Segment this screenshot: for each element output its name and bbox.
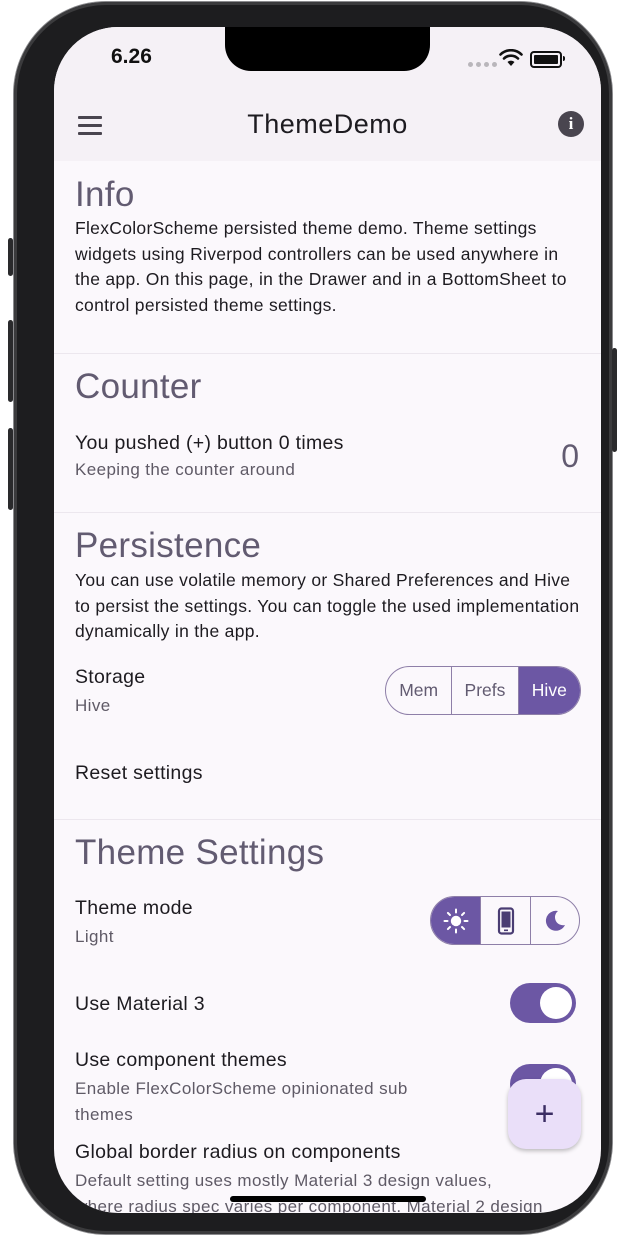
info-card: Info FlexColorScheme persisted theme dem… [54, 161, 601, 353]
home-indicator [230, 1196, 426, 1202]
counter-subtitle: Keeping the counter around [75, 460, 296, 479]
storage-value: Hive [75, 696, 111, 715]
border-radius-label: Global border radius on components [75, 1141, 401, 1163]
volume-down-button [8, 428, 13, 510]
theme-mode-label: Theme mode [75, 897, 193, 919]
status-time: 6.26 [111, 45, 152, 68]
info-heading: Info [75, 175, 135, 214]
app-bar: ThemeDemo i [54, 97, 601, 161]
persistence-heading: Persistence [75, 526, 262, 565]
notch [225, 27, 430, 71]
border-radius-subtitle: Default setting uses mostly Material 3 d… [75, 1171, 543, 1213]
storage-label: Storage [75, 666, 146, 688]
theme-settings-card: Theme Settings Theme mode Light Use Mate… [54, 819, 601, 1213]
storage-segmented-control: Mem Prefs Hive [385, 666, 581, 715]
reset-settings-button[interactable]: Reset settings [75, 762, 203, 785]
power-button [612, 348, 617, 452]
theme-mode-segmented-control [430, 896, 580, 945]
component-themes-label: Use component themes [75, 1049, 287, 1071]
info-text: FlexColorScheme persisted theme demo. Th… [75, 218, 567, 315]
screen: 6.26 ThemeDemo i Info FlexColorScheme pe… [54, 27, 601, 1213]
counter-card: Counter You pushed (+) button 0 times Ke… [54, 353, 601, 511]
info-icon[interactable]: i [558, 111, 584, 137]
storage-option-mem[interactable]: Mem [386, 667, 451, 714]
component-themes-subtitle: Enable FlexColorScheme opinionated sub t… [75, 1079, 408, 1124]
phone-icon [497, 906, 514, 935]
persistence-card: Persistence You can use volatile memory … [54, 512, 601, 819]
light-mode-option[interactable] [431, 897, 481, 944]
persistence-text: You can use volatile memory or Shared Pr… [75, 570, 580, 642]
counter-value: 0 [561, 438, 579, 474]
theme-heading: Theme Settings [75, 833, 325, 872]
dark-mode-option[interactable] [529, 897, 579, 944]
counter-heading: Counter [75, 367, 202, 406]
moon-icon [545, 910, 565, 931]
volume-up-button [8, 320, 13, 402]
theme-mode-value: Light [75, 927, 114, 946]
mute-switch [8, 238, 13, 276]
phone-frame: 6.26 ThemeDemo i Info FlexColorScheme pe… [8, 2, 617, 1234]
add-icon: + [534, 1094, 555, 1133]
material3-label: Use Material 3 [75, 993, 205, 1015]
wifi-icon [499, 49, 523, 66]
increment-fab[interactable]: + [508, 1079, 581, 1149]
storage-option-prefs[interactable]: Prefs [451, 667, 517, 714]
storage-option-hive[interactable]: Hive [517, 667, 580, 714]
main-content[interactable]: Info FlexColorScheme persisted theme dem… [54, 161, 601, 1213]
signal-icon [468, 62, 497, 67]
counter-title: You pushed (+) button 0 times [75, 432, 344, 454]
material3-switch[interactable] [510, 983, 576, 1023]
battery-icon [530, 51, 565, 68]
sun-icon [443, 908, 469, 933]
system-mode-option[interactable] [480, 897, 529, 944]
app-title: ThemeDemo [247, 109, 408, 139]
